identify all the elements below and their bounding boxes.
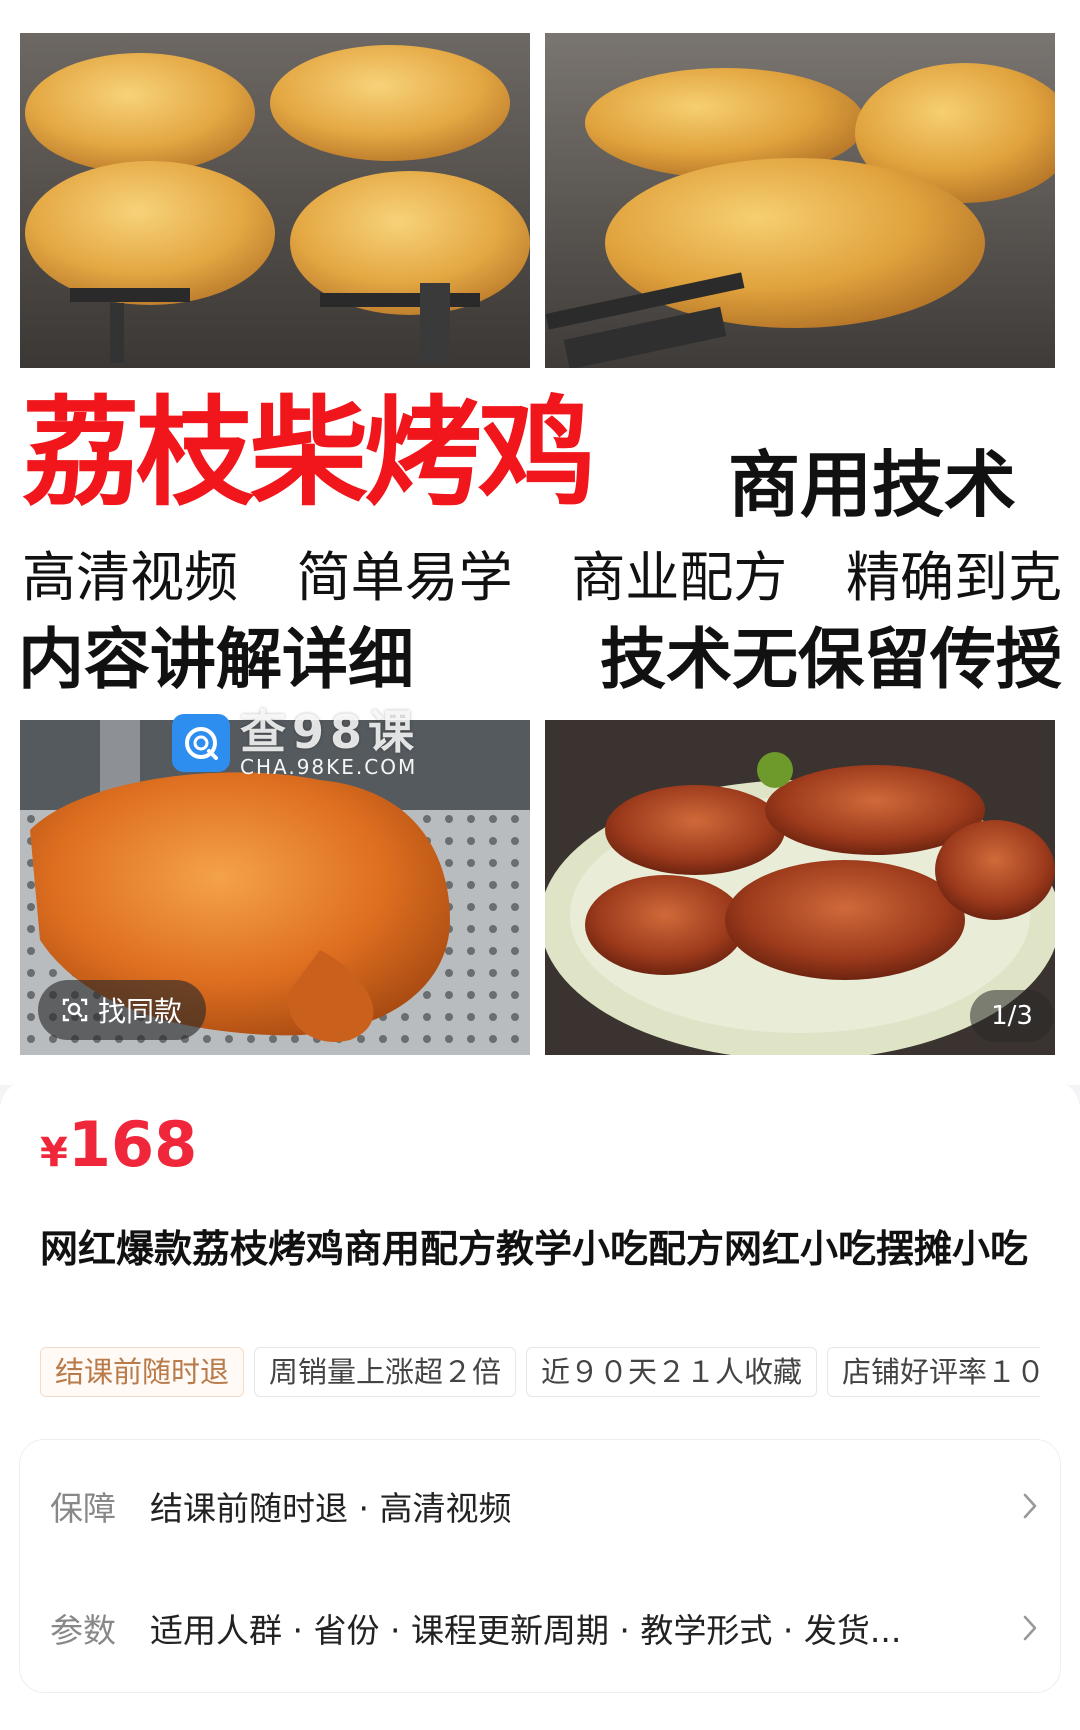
feature-list: 高清视频 简单易学 商业配方 精确到克 bbox=[22, 545, 1062, 611]
product-image-banner[interactable]: 荔枝柴烤鸡 商用技术 高清视频 简单易学 商业配方 精确到克 内容讲解详细 技术… bbox=[0, 0, 1080, 1085]
product-info-card: ¥168 网红爆款荔枝烤鸡商用配方教学小吃配方网红小吃摆摊小吃 结课前随时退 周… bbox=[0, 1080, 1080, 1730]
spec-row-parameters[interactable]: 参数 适用人群 · 省份 · 课程更新周期 · 教学形式 · 发货... bbox=[20, 1568, 1060, 1688]
image-page-indicator: 1/3 bbox=[970, 990, 1054, 1042]
spec-row-guarantee[interactable]: 保障 结课前随时退 · 高清视频 bbox=[20, 1446, 1060, 1566]
description-item: 内容讲解详细 bbox=[18, 621, 414, 698]
roast-chicken-photo-2 bbox=[545, 33, 1055, 368]
watermark-logo-icon bbox=[172, 714, 230, 772]
product-title: 网红爆款荔枝烤鸡商用配方教学小吃配方网红小吃摆摊小吃 bbox=[40, 1227, 1029, 1271]
chevron-right-icon bbox=[1000, 1492, 1060, 1520]
find-similar-label: 找同款 bbox=[98, 995, 183, 1028]
headline-text: 荔枝柴烤鸡 bbox=[22, 384, 596, 522]
tag-store-rating: 店铺好评率１００% bbox=[827, 1347, 1040, 1397]
spec-label: 参数 bbox=[50, 1611, 116, 1650]
spec-box: 保障 结课前随时退 · 高清视频 参数 适用人群 · 省份 · 课程更新周期 ·… bbox=[20, 1440, 1060, 1692]
price-value: 168 bbox=[67, 1108, 198, 1181]
watermark-url: CHA.98KE.COM bbox=[240, 755, 418, 779]
spec-label: 保障 bbox=[50, 1489, 116, 1528]
chevron-right-icon bbox=[1000, 1614, 1060, 1642]
product-tags: 结课前随时退 周销量上涨超２倍 近９０天２１人收藏 店铺好评率１００% bbox=[40, 1347, 1040, 1401]
feature-item: 商业配方 bbox=[571, 546, 788, 609]
tag-refund: 结课前随时退 bbox=[40, 1347, 245, 1397]
watermark: 查98课 CHA.98KE.COM bbox=[172, 708, 420, 778]
watermark-title: 查98课 bbox=[240, 705, 421, 759]
price-currency: ¥ bbox=[40, 1130, 68, 1176]
feature-item: 高清视频 bbox=[22, 546, 238, 609]
product-price: ¥168 bbox=[40, 1108, 197, 1181]
spec-value: 结课前随时退 · 高清视频 bbox=[150, 1489, 512, 1528]
description-item: 技术无保留传授 bbox=[600, 621, 1062, 698]
find-similar-icon bbox=[62, 998, 88, 1022]
subhead-text: 商用技术 bbox=[728, 443, 1017, 527]
tag-weekly-sales: 周销量上涨超２倍 bbox=[254, 1347, 517, 1397]
feature-item: 精确到克 bbox=[845, 546, 1062, 609]
roast-chicken-photo-1 bbox=[20, 33, 530, 368]
spec-value: 适用人群 · 省份 · 课程更新周期 · 教学形式 · 发货... bbox=[150, 1611, 902, 1650]
description-row: 内容讲解详细 技术无保留传授 bbox=[18, 620, 1062, 700]
feature-item: 简单易学 bbox=[296, 546, 513, 609]
tag-favorites: 近９０天２１人收藏 bbox=[526, 1347, 818, 1397]
find-similar-button[interactable]: 找同款 bbox=[38, 980, 207, 1040]
